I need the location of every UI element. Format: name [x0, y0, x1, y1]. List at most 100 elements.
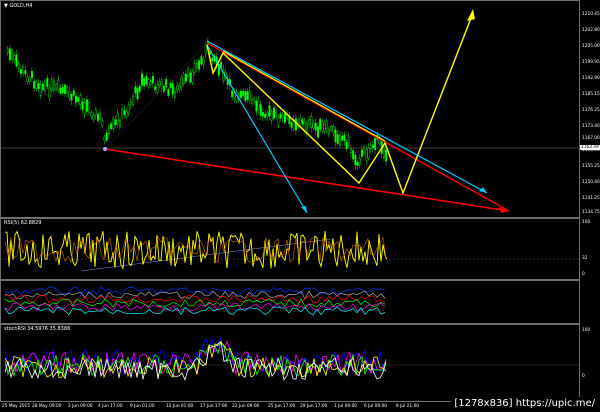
current-price-label: 1163.49 — [580, 145, 600, 150]
candle-body — [200, 56, 203, 65]
price-tick: 1141.25 — [582, 196, 600, 201]
watermark: [1278x836] https://upic.me/ — [451, 397, 598, 410]
candle-body — [114, 119, 117, 125]
candle-body — [191, 70, 194, 83]
candle-body — [127, 104, 130, 114]
yellow-arrowhead — [467, 9, 475, 21]
candle-body — [77, 97, 80, 102]
candle-body — [295, 118, 297, 131]
candle-body — [158, 81, 161, 86]
candle-body — [231, 90, 234, 98]
candle-body — [44, 80, 47, 91]
candle-body — [275, 111, 278, 117]
price-axis: 1210.45 1202.80 1205.00 1199.95 1192.90 1185.… — [580, 0, 600, 218]
candle-body — [339, 135, 341, 146]
candle-body — [356, 161, 359, 166]
candle-body — [17, 63, 20, 69]
price-tick: 1167.00 — [582, 136, 600, 141]
candle-body — [273, 107, 275, 119]
candle-body — [284, 113, 286, 123]
candle-body — [26, 76, 29, 82]
candle-body — [268, 105, 271, 117]
candle-body — [156, 84, 159, 93]
price-tick: 1134.75 — [582, 210, 600, 215]
candle-body — [277, 117, 280, 126]
candle-body — [184, 74, 187, 82]
candle-body — [354, 155, 357, 166]
candle-body — [281, 114, 284, 119]
candle-body — [372, 144, 374, 149]
rsi-axis: 100 32 0 — [580, 218, 600, 280]
stoch-rsi-pane[interactable]: stochRSI 34.5976 35.8388 — [0, 324, 581, 402]
candle-body — [15, 54, 18, 67]
stoch-level-100: 100 — [582, 328, 591, 333]
price-tick: 1202.80 — [582, 28, 600, 33]
cyan-arrowhead — [479, 187, 487, 193]
candle-body — [189, 72, 192, 83]
grey-guide — [104, 42, 208, 150]
candle-body — [37, 83, 40, 89]
candle-body — [85, 99, 88, 112]
candle-body — [250, 98, 253, 104]
candle-body — [211, 57, 214, 61]
candle-body — [310, 116, 313, 128]
candle-body — [31, 70, 33, 79]
time-tick: 4 Jun 17:00 — [98, 404, 123, 409]
time-tick: 1 Jul 09:00 — [334, 404, 358, 409]
time-tick: 25 May 2015 — [2, 404, 31, 409]
candle-body — [99, 113, 102, 120]
candle-body — [365, 149, 368, 161]
rsi-line — [5, 230, 388, 270]
candle-body — [123, 109, 126, 115]
stoch-axis: 100 0 — [580, 324, 600, 402]
candle-body — [262, 112, 264, 117]
candle-body — [118, 120, 121, 128]
candle-body — [266, 112, 269, 117]
candle-body — [55, 84, 58, 90]
candle-body — [334, 129, 337, 142]
candle-body — [336, 134, 339, 145]
candle-body — [332, 126, 335, 134]
main-chart-pane[interactable]: ▼ GOLD,H4 — [0, 0, 581, 219]
candle-body — [145, 76, 148, 85]
candle-body — [59, 87, 62, 94]
candle-body — [325, 121, 328, 130]
candle-body — [50, 79, 53, 91]
candle-body — [72, 90, 75, 96]
candle-body — [350, 148, 352, 153]
price-chart-svg[interactable] — [1, 1, 581, 219]
candle-body — [149, 81, 152, 85]
time-tick: 29 Jun 17:00 — [300, 404, 328, 409]
candle-body — [90, 112, 93, 117]
rsi-level-32: 32 — [582, 256, 588, 261]
yellow-wave — [206, 12, 474, 195]
candle-body — [79, 95, 82, 106]
candle-body — [279, 113, 282, 119]
time-tick: 6 Jul 09:00 — [364, 404, 388, 409]
candle-body — [301, 119, 304, 124]
candle-body — [169, 83, 172, 88]
candle-body — [132, 96, 135, 105]
candle-body — [202, 58, 205, 65]
candle-body — [121, 108, 124, 118]
red-trendline — [104, 148, 510, 212]
rsi-pane[interactable]: RSI(5) 62.8829 — [0, 218, 581, 280]
time-tick: 8 Jul 21:00 — [396, 404, 420, 409]
candle-body — [129, 100, 132, 106]
price-tick: 1150.40 — [582, 180, 600, 185]
cyan-upper-channel — [206, 40, 488, 194]
candle-body — [42, 83, 44, 91]
candle-body — [88, 102, 91, 113]
rsi-level-100: 100 — [582, 220, 591, 225]
candle-body — [22, 66, 25, 73]
candle-body — [57, 79, 60, 91]
indicator-bands-pane[interactable] — [0, 280, 580, 324]
candle-body — [83, 101, 86, 115]
candle-body — [107, 126, 110, 134]
bands-svg — [4, 286, 386, 316]
candle-body — [385, 149, 388, 162]
candle-body — [151, 76, 154, 84]
candle-body — [361, 149, 363, 157]
candle-body — [299, 118, 302, 125]
stoch-level-0: 0 — [582, 374, 585, 379]
